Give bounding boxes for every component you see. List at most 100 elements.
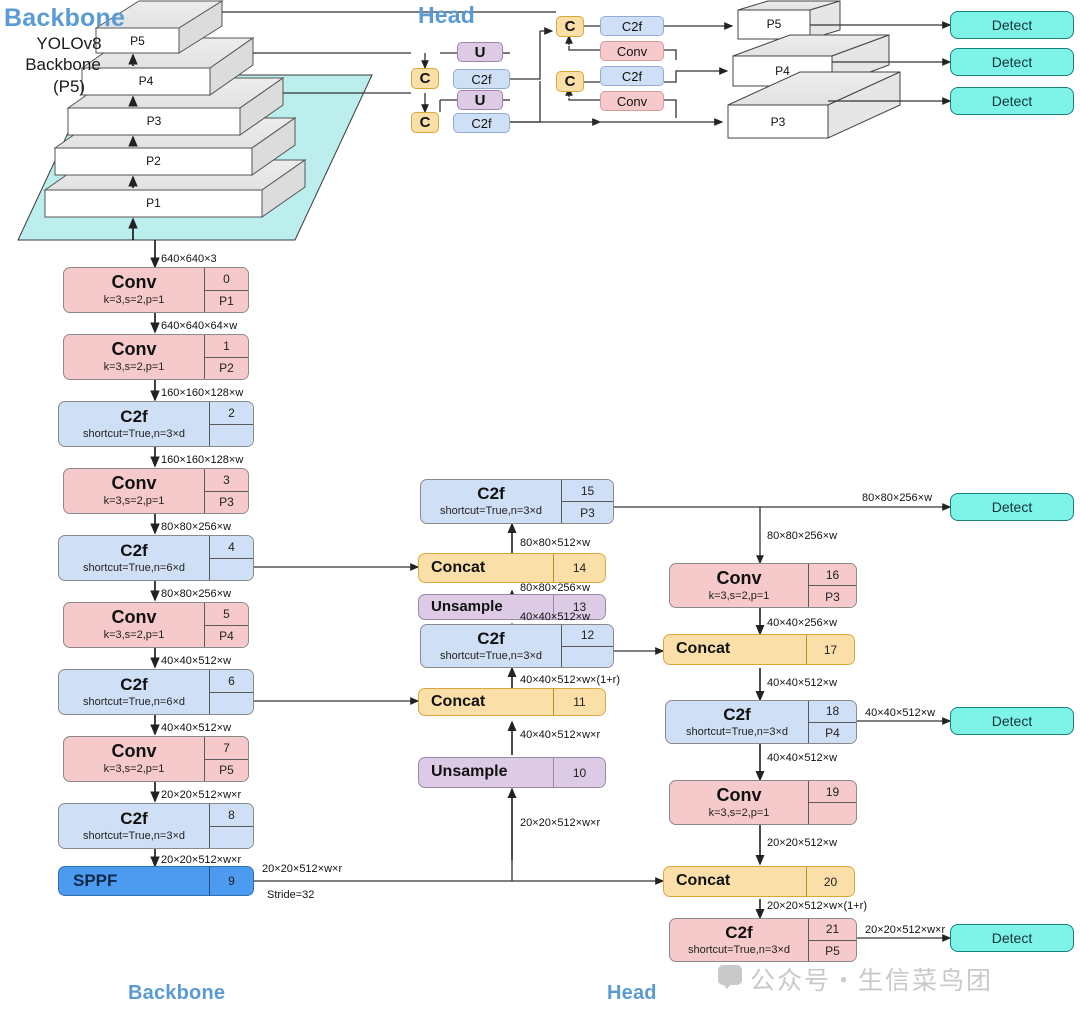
node-index: 14	[572, 561, 587, 575]
right-edge-c2f21-in: 20×20×512×w×(1+r)	[767, 900, 867, 912]
sppf-stride-label: Stride=32	[267, 889, 315, 901]
node-index: 12	[580, 628, 595, 643]
node-index: 7	[223, 740, 230, 755]
head-node-c2f-21[interactable]: C2f shortcut=True,n=3×d 21 P5	[669, 918, 857, 962]
detect-box-top-p4[interactable]: Detect	[950, 48, 1074, 76]
sppf-output-dims: 20×20×512×w×r	[262, 863, 343, 875]
watermark-icon	[718, 965, 742, 989]
detect-label: Detect	[991, 16, 1033, 33]
node-title: Concat	[676, 640, 731, 658]
head-node-c2f-15[interactable]: C2f shortcut=True,n=3×d 15 P3	[420, 479, 614, 524]
node-index: 15	[580, 483, 595, 498]
node-title: C2f	[120, 808, 148, 828]
node-index: 20	[823, 874, 838, 889]
node-tag: P5	[809, 939, 856, 962]
mid-edge-c2f15-in: 80×80×512×w	[520, 537, 591, 549]
backbone-node-conv-0[interactable]: Conv k=3,s=2,p=1 0 P1	[63, 267, 249, 313]
detect-label: Detect	[991, 498, 1033, 515]
detect-body: Detect	[951, 49, 1073, 75]
node-subtitle: k=3,s=2,p=1	[708, 806, 770, 819]
pyramid-label-p4: P4	[138, 74, 154, 88]
node-body: C2f shortcut=True,n=3×d	[59, 402, 209, 446]
node-index-column: 2	[209, 402, 253, 446]
head-concat-c-bot[interactable]: C	[411, 112, 439, 133]
node-subtitle: shortcut=True,n=3×d	[439, 649, 543, 662]
right-edge-conv19-in: 40×40×512×w	[767, 752, 838, 764]
node-tag: P1	[205, 289, 248, 313]
backbone-node-c2f-6[interactable]: C2f shortcut=True,n=6×d 6	[58, 669, 254, 715]
node-index: 10	[572, 765, 587, 780]
head-upsample-u-bot[interactable]: U	[457, 90, 503, 110]
backbone-node-c2f-4[interactable]: C2f shortcut=True,n=6×d 4	[58, 535, 254, 581]
head-node-c2f-18[interactable]: C2f shortcut=True,n=3×d 18 P4	[665, 700, 857, 744]
node-tag: P3	[205, 490, 248, 514]
head-c2f-right-bot[interactable]: C2f	[600, 66, 664, 86]
detect-box-top-p3[interactable]: Detect	[950, 87, 1074, 115]
backbone-node-conv-1[interactable]: Conv k=3,s=2,p=1 1 P2	[63, 334, 249, 380]
node-title: Conv	[111, 272, 157, 293]
backbone-node-sppf-9[interactable]: SPPF 9	[58, 866, 254, 896]
head-node-concat-11[interactable]: Concat 11	[418, 688, 606, 716]
node-body: C2f shortcut=True,n=3×d	[670, 919, 808, 961]
head-c2f-mid[interactable]: C2f	[453, 69, 510, 89]
head-slab-p4	[732, 34, 890, 87]
right-edge-c2f18-in: 40×40×512×w	[767, 677, 838, 689]
node-index: 0	[223, 271, 230, 286]
title-head-bottom: Head	[607, 982, 657, 1004]
backbone-node-conv-3[interactable]: Conv k=3,s=2,p=1 3 P3	[63, 468, 249, 514]
head-node-conv-16[interactable]: Conv k=3,s=2,p=1 16 P3	[669, 563, 857, 608]
head-node-concat-20[interactable]: Concat 20	[663, 866, 855, 897]
detect-box-p5[interactable]: Detect	[950, 924, 1074, 952]
backbone-node-conv-7[interactable]: Conv k=3,s=2,p=1 7 P5	[63, 736, 249, 782]
node-index-column: 7 P5	[204, 737, 248, 781]
head-node-concat-14[interactable]: Concat 14	[418, 553, 606, 583]
detect-box-top-p5[interactable]: Detect	[950, 11, 1074, 39]
pyramid-label-p3: P3	[146, 114, 162, 128]
node-title: C2f	[120, 674, 148, 694]
detect-box-p4[interactable]: Detect	[950, 707, 1074, 735]
node-index-column: 12	[561, 625, 613, 667]
pyramid-label-p5: P5	[130, 34, 145, 48]
detect-body: Detect	[951, 708, 1073, 734]
node-index: 21	[825, 922, 840, 937]
title-head-top: Head	[418, 2, 476, 28]
detect-box-p3[interactable]: Detect	[950, 493, 1074, 521]
node-index-column: 15 P3	[561, 480, 613, 523]
node-index-column: 20	[806, 867, 854, 896]
right-edge-detect-p3: 80×80×256×w	[862, 492, 933, 504]
head-node-upsample-10[interactable]: Unsample 10	[418, 757, 606, 788]
node-index-column: 5 P4	[204, 603, 248, 647]
head-label-p5: P5	[766, 17, 782, 31]
head-concat-c-right-mid[interactable]: C	[556, 71, 584, 92]
node-title: C2f	[120, 406, 148, 426]
node-subtitle: shortcut=True,n=6×d	[82, 695, 186, 708]
head-c2f-bot[interactable]: C2f	[453, 113, 510, 133]
node-index-column: 9	[209, 867, 253, 895]
backbone-node-c2f-8[interactable]: C2f shortcut=True,n=3×d 8	[58, 803, 254, 849]
node-index: 9	[228, 874, 235, 888]
node-index: 11	[573, 695, 586, 709]
mid-edge-unsample13-in: 40×40×512×w	[520, 611, 591, 623]
node-title: Unsample	[431, 598, 503, 616]
node-index-column: 3 P3	[204, 469, 248, 513]
head-node-concat-17[interactable]: Concat 17	[663, 634, 855, 665]
head-upsample-u-top[interactable]: U	[457, 42, 503, 62]
node-tag	[210, 423, 253, 447]
head-conv-right-bot[interactable]: Conv	[600, 91, 664, 111]
node-body: Conv k=3,s=2,p=1	[670, 781, 808, 824]
node-title: Conv	[111, 741, 157, 762]
head-node-c2f-12[interactable]: C2f shortcut=True,n=3×d 12	[420, 624, 614, 668]
head-c2f-right-top[interactable]: C2f	[600, 16, 664, 36]
node-index-column: 19	[808, 781, 856, 824]
head-conv-right-top[interactable]: Conv	[600, 41, 664, 61]
backbone-node-c2f-2[interactable]: C2f shortcut=True,n=3×d 2	[58, 401, 254, 447]
backbone-node-conv-5[interactable]: Conv k=3,s=2,p=1 5 P4	[63, 602, 249, 648]
watermark-text: 公众号・生信菜鸟团	[750, 967, 994, 995]
head-concat-c-top[interactable]: C	[556, 16, 584, 37]
node-subtitle: shortcut=True,n=3×d	[82, 829, 186, 842]
node-body: Concat	[664, 635, 806, 664]
head-concat-c-mid[interactable]: C	[411, 68, 439, 89]
node-index: 17	[823, 642, 838, 657]
node-title: Conv	[716, 784, 762, 805]
head-node-conv-19[interactable]: Conv k=3,s=2,p=1 19	[669, 780, 857, 825]
